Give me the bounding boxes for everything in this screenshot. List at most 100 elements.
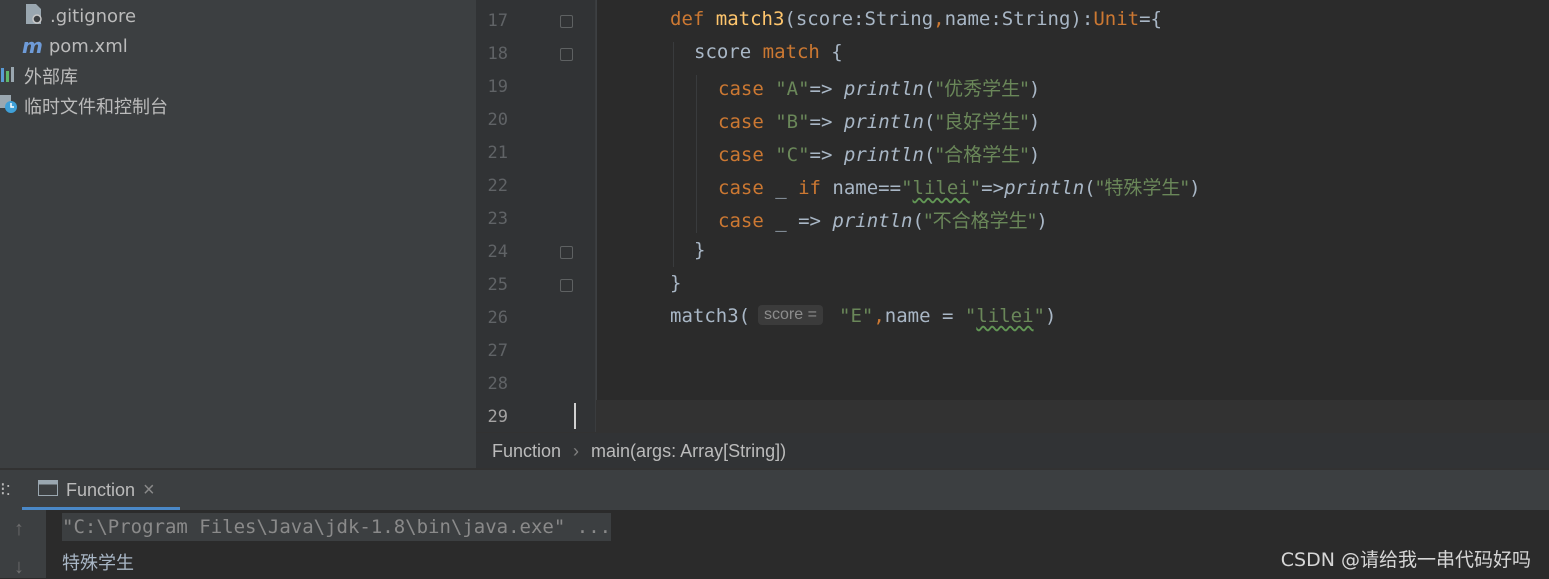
line-number: 24	[487, 242, 508, 262]
maven-m-icon: m	[22, 34, 43, 58]
function-call: println	[843, 144, 924, 166]
project-tree: .gitignore m pom.xml 外部库 临时文件和控制台	[0, 0, 476, 468]
console-window-icon	[38, 479, 58, 501]
string-literal: "特殊学生"	[1095, 177, 1190, 199]
run-toolwindow-header: ⁝: Function ×	[0, 470, 1549, 510]
keyword: if	[798, 177, 821, 199]
keyword: case	[718, 78, 764, 100]
line-number: 23	[487, 209, 508, 229]
keyword: match	[762, 41, 820, 63]
tree-item-gitignore[interactable]: .gitignore	[24, 2, 136, 30]
code-text: =>	[809, 144, 844, 166]
fold-marker-icon[interactable]	[560, 279, 573, 292]
code-text: )	[1028, 78, 1041, 100]
arrow-down-icon[interactable]: ↓	[14, 556, 24, 579]
code-text: )	[1028, 111, 1041, 133]
breadcrumb-item-main[interactable]: main(args: Array[String])	[591, 441, 786, 462]
string-literal: "	[969, 177, 982, 199]
line-number: 21	[487, 143, 508, 163]
breadcrumb: Function › main(args: Array[String])	[476, 432, 1549, 469]
code-line-21: case "C"=> println("合格学生")	[718, 140, 1040, 167]
tree-item-label: .gitignore	[50, 5, 137, 27]
arrow-up-icon[interactable]: ↑	[14, 518, 24, 541]
console-command-line: "C:\Program Files\Java\jdk-1.8\bin\java.…	[62, 513, 612, 541]
string-literal: "良好学生"	[935, 111, 1029, 133]
code-text: name:String):	[944, 8, 1094, 30]
code-line-26: match3(	[670, 305, 750, 327]
string-literal: "合格学生"	[935, 144, 1029, 166]
tree-item-pom-xml[interactable]: m pom.xml	[22, 32, 128, 60]
code-text: =>	[809, 78, 844, 100]
console-toolbar: ↑ ↓	[0, 510, 46, 578]
code-line-18: score match {	[694, 41, 843, 63]
code-text: ={	[1139, 8, 1162, 30]
line-number: 22	[487, 176, 508, 196]
line-number: 25	[487, 275, 508, 295]
code-text: =>	[809, 111, 844, 133]
code-line-24: }	[694, 239, 706, 261]
code-text: (	[912, 210, 924, 232]
code-text: (	[923, 78, 936, 100]
line-number: 18	[487, 44, 508, 64]
code-line-20: case "B"=> println("良好学生")	[718, 107, 1040, 134]
string-literal: "A"	[775, 78, 810, 100]
code-text: (	[923, 111, 936, 133]
text-caret	[574, 403, 576, 429]
code-text: =>	[981, 177, 1005, 199]
fold-marker-icon[interactable]	[560, 48, 573, 61]
function-call: println	[843, 78, 924, 100]
code-text: (	[1084, 177, 1096, 199]
code-text: score	[694, 41, 763, 63]
string-literal: lilei	[912, 177, 970, 199]
tree-item-label: 外部库	[24, 67, 78, 88]
code-text: ,	[873, 305, 885, 327]
type-name: Unit	[1093, 8, 1140, 30]
indent-guide	[696, 75, 697, 233]
gitignore-file-icon	[24, 3, 44, 30]
code-text: )	[1036, 210, 1048, 232]
line-number: 17	[487, 11, 508, 31]
function-call: println	[843, 111, 924, 133]
code-text: ,	[933, 8, 945, 30]
indent-guide	[673, 42, 674, 267]
code-line-17: def match3(score:String,name:String):Uni…	[670, 8, 1162, 30]
scratch-console-icon	[0, 94, 18, 119]
string-literal: "C"	[775, 144, 810, 166]
tree-item-scratches[interactable]: 临时文件和控制台	[0, 92, 168, 120]
run-label: ⁝:	[0, 479, 11, 499]
code-text: name==	[820, 177, 902, 199]
string-literal: lilei	[976, 305, 1034, 327]
tab-function[interactable]: Function ×	[22, 470, 180, 510]
parameter-hint: score =	[758, 305, 823, 325]
fold-marker-icon[interactable]	[560, 246, 573, 259]
console-output[interactable]: ↑ ↓ "C:\Program Files\Java\jdk-1.8\bin\j…	[0, 510, 1549, 578]
keyword: case	[718, 177, 764, 199]
code-line-19: case "A"=> println("优秀学生")	[718, 74, 1040, 101]
tab-label: Function	[66, 479, 136, 500]
keyword: case	[718, 111, 764, 133]
current-line-highlight	[596, 400, 1549, 432]
code-line-23: case _ => println("不合格学生")	[718, 206, 1048, 233]
code-text: match3(	[670, 305, 751, 327]
code-text: )	[1044, 305, 1057, 327]
code-text: (	[923, 144, 936, 166]
line-number: 28	[487, 374, 508, 394]
close-icon[interactable]: ×	[143, 479, 155, 502]
string-literal: "E"	[839, 305, 874, 327]
fold-marker-icon[interactable]	[560, 15, 573, 28]
function-call: println	[1004, 177, 1085, 199]
library-bars-icon	[0, 65, 18, 88]
code-line-25: }	[670, 272, 682, 294]
tree-item-external-libraries[interactable]: 外部库	[0, 62, 78, 90]
string-literal: "优秀学生"	[935, 78, 1029, 100]
code-text: )	[1189, 177, 1201, 199]
margin-line	[596, 0, 597, 400]
breadcrumb-item-function[interactable]: Function	[492, 441, 561, 462]
string-literal: "	[1033, 305, 1045, 327]
function-call: println	[832, 210, 913, 232]
keyword: case	[718, 210, 764, 232]
code-text: name =	[884, 305, 965, 327]
code-editor[interactable]: 17 18 19 20 21 22 23 24 25 26 27 28 29 d…	[476, 0, 1549, 432]
string-literal: "	[901, 177, 913, 199]
string-literal: "不合格学生"	[923, 210, 1037, 232]
